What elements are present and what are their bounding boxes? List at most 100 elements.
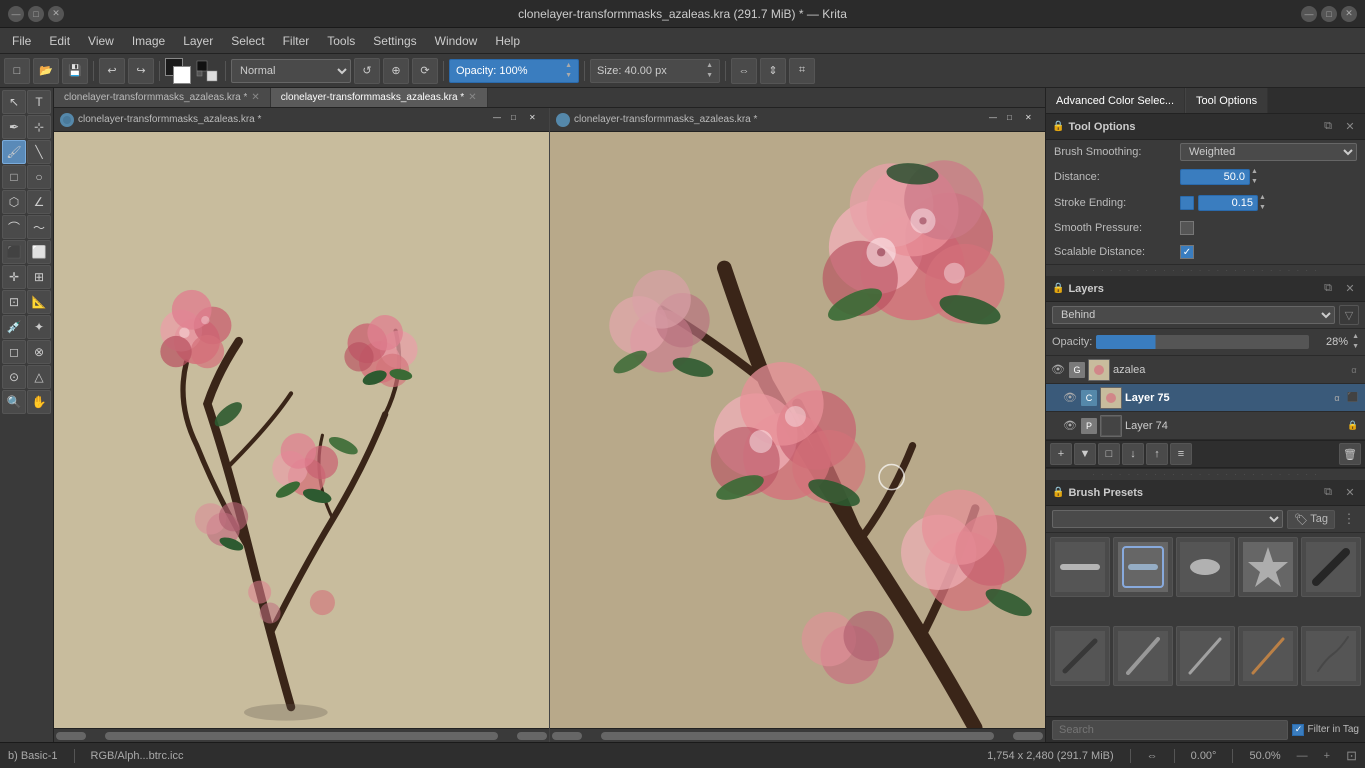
panel-drag-handle-2[interactable]: · · · · · · · · · · · · · · · · · · · · …	[1046, 469, 1365, 480]
zoom-plus-btn[interactable]: +	[1324, 750, 1330, 762]
pan-tool-btn[interactable]: ✋	[27, 390, 51, 414]
undo-btn[interactable]: ↩	[99, 58, 125, 84]
win-close-btn[interactable]: ✕	[48, 6, 64, 22]
brush-preset-9[interactable]	[1238, 626, 1298, 686]
right-window-restore[interactable]: □	[1007, 113, 1021, 127]
filter-in-tag-checkbox[interactable]: ✓	[1292, 724, 1304, 736]
zoom-minus-btn[interactable]: —	[1297, 750, 1308, 762]
background-color[interactable]	[173, 66, 191, 84]
distance-stepper[interactable]: ▲▼	[1251, 167, 1258, 187]
brush-preset-2[interactable]	[1113, 537, 1173, 597]
menu-image[interactable]: Image	[124, 32, 173, 50]
right-canvas[interactable]	[550, 132, 1045, 728]
refresh-btn[interactable]: ⟳	[412, 58, 438, 84]
layer-eye-75[interactable]: 👁	[1062, 390, 1078, 406]
tab-tool-options[interactable]: Tool Options	[1185, 88, 1268, 113]
brush-preset-3[interactable]	[1176, 537, 1236, 597]
transform-btn[interactable]: ⌗	[789, 58, 815, 84]
scalable-distance-checkbox[interactable]: ✓	[1180, 245, 1194, 259]
brush-preset-8[interactable]	[1176, 626, 1236, 686]
brush-preset-10[interactable]	[1301, 626, 1361, 686]
layers-blend-select[interactable]: Behind	[1052, 306, 1335, 324]
move-up-btn[interactable]: ↑	[1146, 443, 1168, 465]
app-minimize-btn[interactable]: —	[1301, 6, 1317, 22]
move-down-btn[interactable]: ↓	[1122, 443, 1144, 465]
brush-presets-float-btn[interactable]: ⧉	[1319, 484, 1337, 502]
eraser-btn[interactable]: ◻	[2, 340, 26, 364]
delete-layer-btn[interactable]: 🗑	[1339, 443, 1361, 465]
freehand-tool-btn[interactable]: 〜	[27, 215, 51, 239]
move-tool-btn[interactable]: ✛	[2, 265, 26, 289]
menu-edit[interactable]: Edit	[41, 32, 78, 50]
menu-filter[interactable]: Filter	[275, 32, 318, 50]
menu-file[interactable]: File	[4, 32, 39, 50]
layer-item-74[interactable]: 👁 P Layer 74 🔒	[1046, 412, 1365, 440]
polygon-tool-btn[interactable]: ⬡	[2, 190, 26, 214]
canvas-tab-2[interactable]: clonelayer-transformmasks_azaleas.kra * …	[271, 88, 488, 107]
app-maximize-btn[interactable]: □	[1321, 6, 1337, 22]
duplicate-layer-btn[interactable]: □	[1098, 443, 1120, 465]
fill-tool-btn[interactable]: ⬛	[2, 240, 26, 264]
distance-input[interactable]	[1180, 169, 1250, 185]
polyline-tool-btn[interactable]: ∠	[27, 190, 51, 214]
menu-settings[interactable]: Settings	[365, 32, 424, 50]
brush-preset-6[interactable]	[1050, 626, 1110, 686]
menu-window[interactable]: Window	[427, 32, 486, 50]
zoom-tool-btn[interactable]: 🔍	[2, 390, 26, 414]
brush-preset-5[interactable]	[1301, 537, 1361, 597]
new-doc-btn[interactable]: □	[4, 58, 30, 84]
lasso-select-btn[interactable]: ⊙	[2, 365, 26, 389]
reset-blend-btn[interactable]: ↺	[354, 58, 380, 84]
tool-options-float-btn[interactable]: ⧉	[1319, 118, 1337, 136]
mirror-v-btn[interactable]: ⇕	[760, 58, 786, 84]
add-layer-dropdown-btn[interactable]: ▼	[1074, 443, 1096, 465]
text-tool-btn[interactable]: T	[27, 90, 51, 114]
left-window-minimize[interactable]: —	[493, 113, 507, 127]
size-stepper[interactable]: ▲▼	[706, 61, 713, 81]
left-canvas[interactable]	[54, 132, 549, 728]
menu-layer[interactable]: Layer	[175, 32, 221, 50]
angle-ruler-btn[interactable]: △	[27, 365, 51, 389]
calligraphy-btn[interactable]: ✒	[2, 115, 26, 139]
left-window-restore[interactable]: □	[511, 113, 525, 127]
canvas-tab-1-close[interactable]: ✕	[251, 92, 259, 103]
tag-btn[interactable]: 🏷 Tag	[1287, 510, 1335, 529]
win-minimize-btn[interactable]: —	[8, 6, 24, 22]
preserve-alpha-btn[interactable]: ⊕	[383, 58, 409, 84]
menu-help[interactable]: Help	[487, 32, 528, 50]
mirror-h-btn[interactable]: ⇔	[731, 58, 757, 84]
tab-advanced-color[interactable]: Advanced Color Selec...	[1046, 88, 1185, 113]
layers-filter-btn[interactable]: ▽	[1339, 305, 1359, 325]
eyedropper-btn[interactable]: 💉	[2, 315, 26, 339]
brush-preset-4[interactable]	[1238, 537, 1298, 597]
menu-view[interactable]: View	[80, 32, 122, 50]
layers-close-btn[interactable]: ✕	[1341, 280, 1359, 298]
layer-item-azalea[interactable]: 👁 G azalea α	[1046, 356, 1365, 384]
layer-item-75[interactable]: 👁 C Layer 75 α ⬛	[1046, 384, 1365, 412]
layers-opacity-slider[interactable]	[1096, 335, 1309, 349]
brush-presets-close-btn[interactable]: ✕	[1341, 484, 1359, 502]
stroke-ending-stepper[interactable]: ▲▼	[1259, 193, 1266, 213]
brush-smoothing-select[interactable]: Weighted	[1180, 143, 1357, 161]
brush-search-input[interactable]	[1052, 720, 1288, 740]
brush-tag-options-btn[interactable]: ⋮	[1339, 509, 1359, 529]
redo-btn[interactable]: ↪	[128, 58, 154, 84]
ellipse-tool-btn[interactable]: ○	[27, 165, 51, 189]
add-layer-btn[interactable]: +	[1050, 443, 1072, 465]
smudge-btn[interactable]: ⊗	[27, 340, 51, 364]
select-tool-btn[interactable]: ↖	[2, 90, 26, 114]
crop-tool-btn[interactable]: ⊡	[2, 290, 26, 314]
right-window-close[interactable]: ✕	[1025, 113, 1039, 127]
filter-in-tag-check[interactable]: ✓ Filter in Tag	[1292, 724, 1359, 736]
layer-eye-azalea[interactable]: 👁	[1050, 362, 1066, 378]
contiguous-select-btn[interactable]: ⊹	[27, 115, 51, 139]
layers-float-btn[interactable]: ⧉	[1319, 280, 1337, 298]
opacity-stepper[interactable]: ▲▼	[565, 61, 572, 81]
tool-options-close-btn[interactable]: ✕	[1341, 118, 1359, 136]
brush-tag-select[interactable]	[1052, 510, 1283, 528]
zoom-fullscreen-btn[interactable]: ⊡	[1346, 748, 1357, 764]
transform2-tool-btn[interactable]: ⊞	[27, 265, 51, 289]
canvas-tab-2-close[interactable]: ✕	[468, 92, 476, 103]
left-window-close[interactable]: ✕	[529, 113, 543, 127]
brush-preset-7[interactable]	[1113, 626, 1173, 686]
